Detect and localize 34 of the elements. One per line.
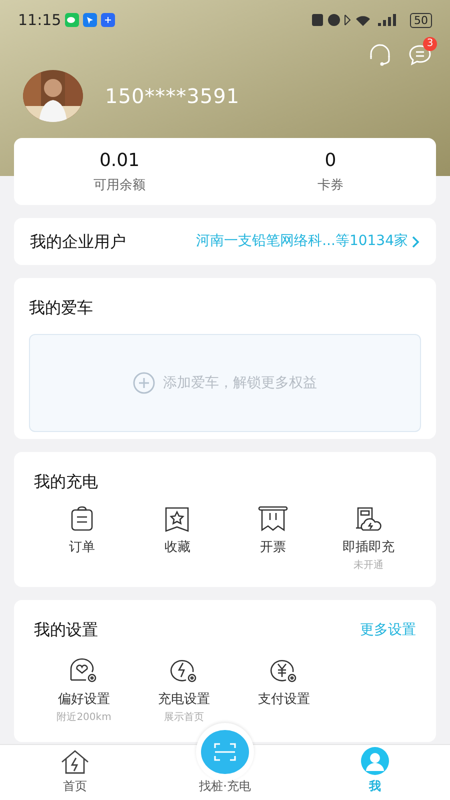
chevron-right-icon [412,236,420,248]
plus-circle-icon [133,372,155,394]
charging-shortcut[interactable]: 开票 [225,504,320,572]
stat-value: 0.01 [99,149,140,174]
clipboard-icon [68,506,95,532]
tab-item[interactable]: 首页 [0,745,150,800]
charging-shortcut[interactable]: 订单 [34,504,130,572]
home-bolt-icon [60,749,90,775]
navigation-app-icon [83,13,98,27]
settings-shortcut[interactable]: 偏好设置 附近200km [34,658,134,724]
status-time: 11:15 [18,10,62,31]
stat-label: 卡券 [318,177,344,196]
charging-shortcut[interactable]: 即插即充 未开通 [320,504,416,572]
receipt-icon [258,506,288,532]
stat-label: 可用余额 [94,177,146,196]
enterprise-title: 我的企业用户 [30,230,126,252]
settings-title: 我的设置 [34,619,98,641]
charging-title: 我的充电 [34,471,99,493]
scan-icon [201,730,249,774]
enterprise-card[interactable]: 我的企业用户 河南一支铅笔网络科...等10134家 [14,218,436,265]
settings-shortcut[interactable]: 充电设置 展示首页 [134,658,234,724]
chat-app-icon [65,13,80,27]
user-icon [361,747,389,775]
star-bookmark-icon [164,506,190,532]
phone-number: 150****3591 [105,83,240,110]
car-title: 我的爱车 [29,297,94,319]
stat-value: 0 [324,149,336,174]
headset-icon [368,44,392,66]
charger-cloud-icon [353,506,384,532]
message-badge: 3 [423,37,437,51]
charging-shortcut[interactable]: 收藏 [130,504,225,572]
tab-item[interactable]: 找桩·充电 [150,723,300,800]
battery-level: 50 [410,12,432,28]
settings-shortcut[interactable]: 支付设置 [234,658,334,724]
